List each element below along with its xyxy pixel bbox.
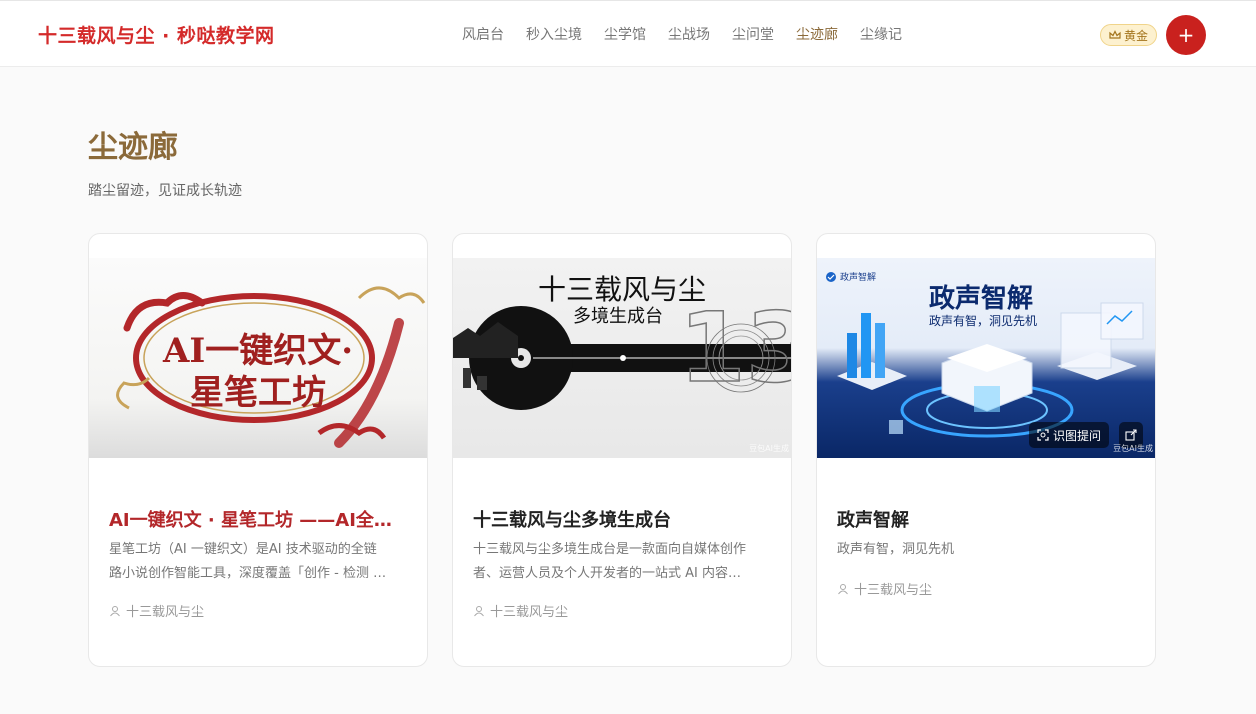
card-title[interactable]: 十三载风与尘多境生成台 [473, 506, 773, 532]
card-description: 十三载风与尘多境生成台是一款面向自媒体创作 者、运营人员及个人开发者的一站式 A… [473, 538, 773, 586]
thumbnail-subtitle: 政声有智，洞见先机 [929, 314, 1038, 328]
thumbnail-title: 政声智解 [929, 284, 1034, 314]
membership-label: 黄金 [1124, 28, 1149, 43]
nav-item-chenyuanji[interactable]: 尘缘记 [860, 24, 902, 44]
image-question-label: 识图提问 [1053, 428, 1102, 443]
nav-item-chenzhanchang[interactable]: 尘战场 [668, 24, 710, 44]
author-name: 十三载风与尘 [490, 605, 569, 620]
card-description-line: 政声有智，洞见先机 [837, 542, 955, 557]
project-thumbnail: 十三载风与尘 多境生成台 13 豆包AI生成 [453, 258, 791, 458]
card-author: 十三载风与尘 [109, 601, 204, 620]
logo-mark-icon [826, 271, 836, 282]
nav-item-fengqitai[interactable]: 风启台 [462, 24, 504, 44]
project-card[interactable]: 十三载风与尘 多境生成台 13 豆包AI生成 十三载风与尘多境生成台 十三载风与… [452, 233, 792, 667]
image-question-button[interactable]: 识图提问 [1029, 422, 1110, 448]
card-description-line: 者、运营人员及个人开发者的一站式 AI 内容… [473, 566, 741, 581]
user-icon [838, 583, 848, 594]
nav-item-chenjilang[interactable]: 尘迹廊 [796, 24, 838, 44]
user-icon [110, 605, 120, 616]
author-name: 十三载风与尘 [126, 605, 205, 620]
card-description-line: 路小说创作智能工具，深度覆盖「创作 - 检测 … [109, 566, 387, 581]
main-nav: 风启台 秒入尘境 尘学馆 尘战场 尘问堂 尘迹廊 尘缘记 [462, 24, 924, 44]
ai-watermark: 豆包AI生成 [1113, 444, 1153, 453]
card-description-line: 星笔工坊（AI 一键织文）是AI 技术驱动的全链 [109, 542, 377, 557]
project-card[interactable]: AI一键织文· 星笔工坊 AI一键织文 · 星笔工坊 ——AI全… 星笔工坊（A… [88, 233, 428, 667]
card-description: 政声有智，洞见先机 [837, 538, 1137, 562]
card-author: 十三载风与尘 [837, 579, 932, 598]
project-thumbnail: 政声智解 政声智解 政声有智，洞见先机 识图提问 豆包AI生成 [817, 258, 1155, 458]
site-logo[interactable]: 十三载风与尘 · 秒哒教学网 [38, 21, 274, 48]
thumbnail-number: 13 [678, 292, 791, 404]
thumbnail-title-line2: 星笔工坊 [190, 373, 326, 413]
user-avatar[interactable]: + [1166, 15, 1206, 55]
author-name: 十三载风与尘 [854, 583, 933, 598]
project-thumbnail: AI一键织文· 星笔工坊 [89, 258, 427, 458]
nav-item-chenxueguan[interactable]: 尘学馆 [604, 24, 646, 44]
card-title[interactable]: AI一键织文 · 星笔工坊 ——AI全… [109, 506, 409, 532]
card-author: 十三载风与尘 [473, 601, 568, 620]
nav-item-chenwentang[interactable]: 尘问堂 [732, 24, 774, 44]
nav-item-miaoruchenjing[interactable]: 秒入尘境 [526, 24, 582, 44]
membership-badge[interactable]: 黄金 [1100, 24, 1158, 46]
top-navigation-bar: 十三载风与尘 · 秒哒教学网 风启台 秒入尘境 尘学馆 尘战场 尘问堂 尘迹廊 … [0, 0, 1256, 67]
card-description-line: 十三载风与尘多境生成台是一款面向自媒体创作 [473, 542, 747, 557]
card-description: 星笔工坊（AI 一键织文）是AI 技术驱动的全链 路小说创作智能工具，深度覆盖「… [109, 538, 409, 586]
thumbnail-logo: 政声智解 [825, 270, 876, 283]
thumbnail-subtitle: 多境生成台 [573, 306, 663, 327]
scan-icon [1037, 429, 1049, 441]
card-title[interactable]: 政声智解 [837, 506, 1137, 532]
thumbnail-title-line1: AI一键织文· [162, 331, 354, 371]
crown-icon [1109, 30, 1121, 39]
ai-watermark: 豆包AI生成 [749, 444, 789, 453]
page-title: 尘迹廊 [88, 130, 178, 165]
thumbnail-logo-text: 政声智解 [840, 273, 877, 283]
project-card[interactable]: 政声智解 政声智解 政声有智，洞见先机 识图提问 豆包AI生成 政声智解 政声有… [816, 233, 1156, 667]
page-subtitle: 踏尘留迹，见证成长轨迹 [88, 183, 242, 199]
share-image-icon [1125, 429, 1137, 441]
user-icon [474, 605, 484, 616]
